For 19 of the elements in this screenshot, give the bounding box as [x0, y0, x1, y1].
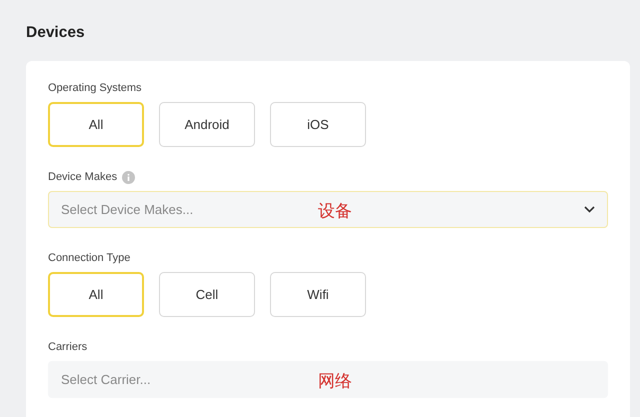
placeholder-text: Select Carrier... — [61, 370, 151, 389]
option-button[interactable]: Cell — [159, 272, 255, 317]
option-button[interactable]: Wifi — [270, 272, 366, 317]
field-label: Operating Systems — [48, 81, 142, 95]
option-button[interactable]: Android — [159, 102, 255, 147]
chevron-down-icon — [584, 206, 595, 213]
field-label: Connection Type — [48, 251, 130, 265]
annotation-label: 设备 — [318, 200, 352, 222]
placeholder-text: Select Device Makes... — [61, 200, 194, 219]
select-field[interactable]: Select Carrier... 网络 — [48, 361, 608, 398]
section-title: Devices — [26, 23, 86, 43]
option-button[interactable]: All — [48, 102, 144, 147]
option-button[interactable]: All — [48, 272, 144, 317]
option-button[interactable]: iOS — [270, 102, 366, 147]
info-icon[interactable] — [122, 170, 136, 184]
field-label: Carriers — [48, 340, 88, 354]
annotation-label: 网络 — [318, 370, 352, 392]
select-field[interactable]: Select Device Makes... 设备 — [48, 191, 608, 228]
field-label: Device Makes — [48, 170, 118, 184]
